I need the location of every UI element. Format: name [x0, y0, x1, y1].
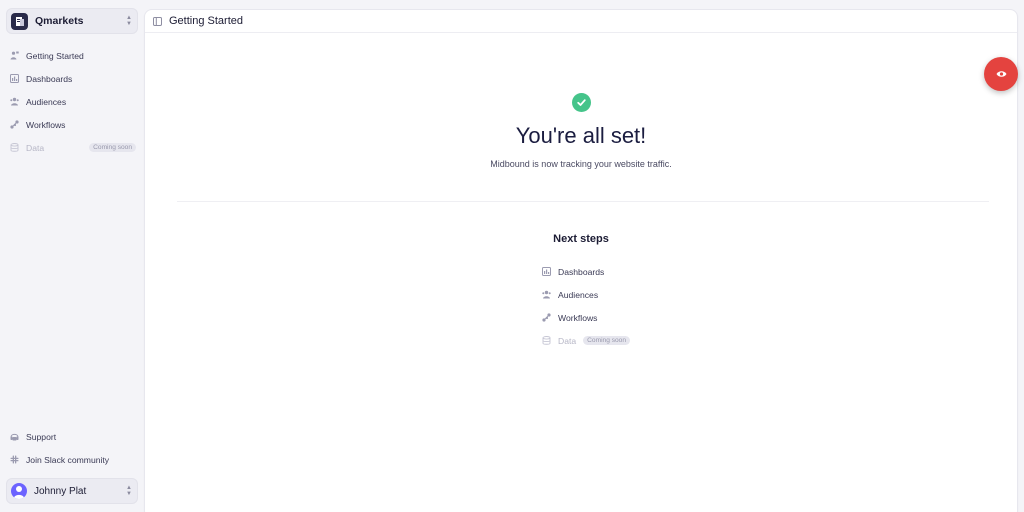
- sidebar-item-label: Audiences: [26, 96, 67, 107]
- next-step-label: Workflows: [558, 312, 598, 323]
- sidebar-nav: Getting Started Dashboards Audiences Wor…: [6, 44, 138, 159]
- nodes-icon: [10, 120, 19, 129]
- main-panel: Getting Started You're all set! Midbound…: [144, 9, 1018, 512]
- preview-eye-button[interactable]: [984, 57, 1018, 91]
- next-step-label: Dashboards: [558, 266, 605, 277]
- success-subtext: Midbound is now tracking your website tr…: [490, 159, 672, 169]
- nodes-icon: [542, 313, 551, 322]
- sidebar-item-getting-started[interactable]: Getting Started: [6, 44, 138, 67]
- sidebar-item-label: Support: [26, 431, 57, 442]
- sidebar: Qmarkets ▲ ▼ Getting Started Dashboards A…: [0, 0, 144, 512]
- sidebar-item-label: Data: [26, 142, 45, 153]
- success-check-icon: [572, 93, 591, 112]
- sidebar-item-slack[interactable]: Join Slack community: [6, 448, 138, 471]
- chart-grid-icon: [10, 74, 19, 83]
- workspace-name: Qmarkets: [35, 15, 84, 27]
- user-menu[interactable]: Johnny Plat ▲ ▼: [6, 478, 138, 504]
- sidebar-item-support[interactable]: Support: [6, 425, 138, 448]
- success-headline: You're all set!: [515, 123, 647, 148]
- eye-icon: [996, 70, 1007, 78]
- sidebar-item-workflows[interactable]: Workflows: [6, 113, 138, 136]
- next-steps-list: Dashboards Audiences Workflows Data Comi…: [542, 260, 632, 352]
- next-step-workflows[interactable]: Workflows: [542, 306, 632, 329]
- sidebar-item-label: Dashboards: [26, 73, 73, 84]
- chevron-updown-icon: ▲ ▼: [126, 15, 132, 27]
- users-icon: [542, 290, 551, 299]
- database-icon: [542, 336, 551, 345]
- sidebar-item-label: Getting Started: [26, 50, 84, 61]
- next-step-label: Audiences: [558, 289, 599, 300]
- chevron-updown-icon: ▲ ▼: [126, 485, 132, 497]
- next-step-dashboards[interactable]: Dashboards: [542, 260, 632, 283]
- users-icon: [10, 97, 19, 106]
- workspace-logo-icon: [11, 12, 28, 30]
- coming-soon-badge: Coming soon: [583, 336, 631, 345]
- sidebar-bottom: Support Join Slack community Johnny Plat…: [6, 425, 138, 504]
- chart-grid-icon: [542, 267, 551, 276]
- avatar: [11, 483, 27, 499]
- next-step-audiences[interactable]: Audiences: [542, 283, 632, 306]
- person-flag-icon: [10, 51, 19, 60]
- coming-soon-badge: Coming soon: [89, 143, 136, 152]
- sidebar-item-audiences[interactable]: Audiences: [6, 90, 138, 113]
- next-step-data: Data Coming soon: [542, 329, 632, 352]
- workspace-switcher[interactable]: Qmarkets ▲ ▼: [6, 8, 138, 34]
- slack-icon: [10, 455, 19, 464]
- sidebar-item-data: Data Coming soon: [6, 136, 138, 159]
- next-steps-title: Next steps: [553, 233, 609, 245]
- sidebar-item-label: Workflows: [26, 119, 66, 130]
- divider: [177, 201, 989, 202]
- database-icon: [10, 143, 19, 152]
- sidebar-item-dashboards[interactable]: Dashboards: [6, 67, 138, 90]
- sidebar-toggle-icon[interactable]: [153, 16, 162, 26]
- next-step-label: Data: [558, 335, 577, 346]
- user-name: Johnny Plat: [34, 485, 87, 497]
- sidebar-item-label: Join Slack community: [26, 454, 110, 465]
- page-title: Getting Started: [169, 15, 243, 27]
- header: Getting Started: [145, 10, 1017, 33]
- support-icon: [10, 432, 19, 441]
